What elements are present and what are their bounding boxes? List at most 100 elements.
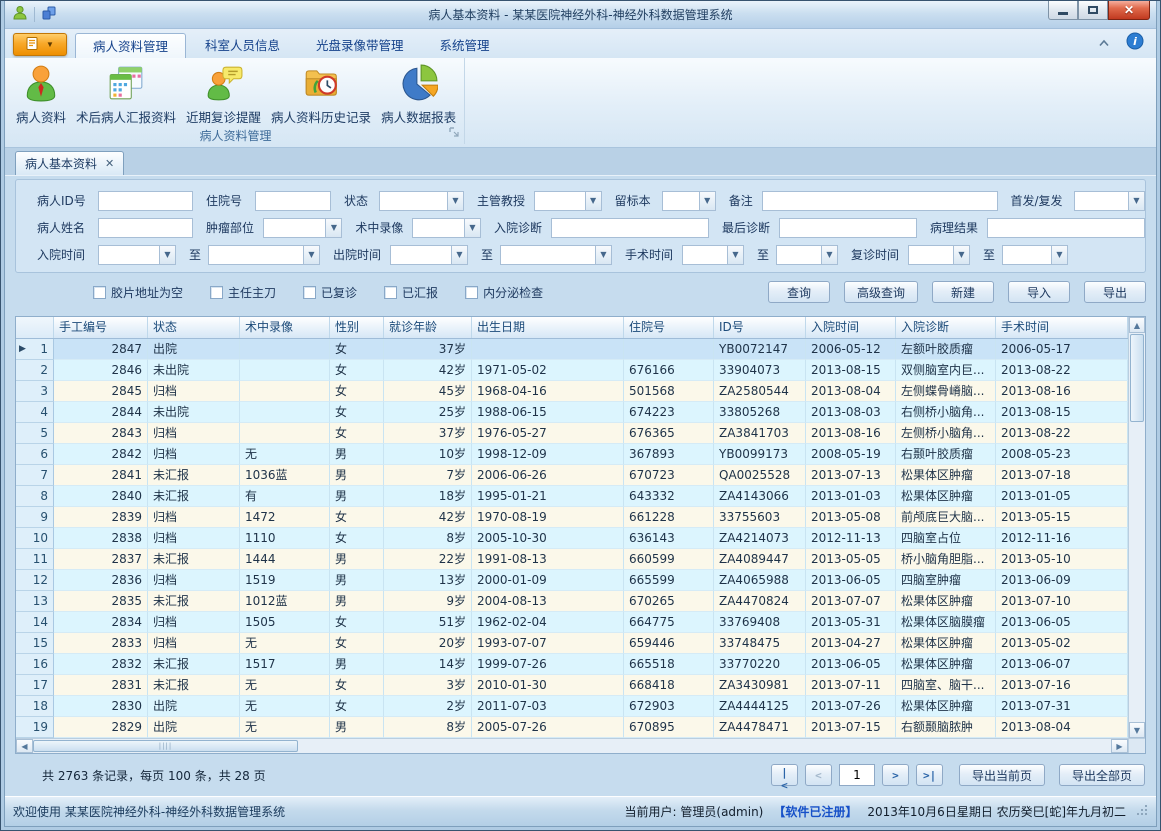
table-row[interactable]: 172831未汇报无女3岁2010-01-30668418ZA343098120…: [16, 675, 1128, 696]
checkbox-icon[interactable]: [93, 286, 106, 299]
scroll-left-icon[interactable]: ◀: [16, 739, 33, 753]
grid-column-header[interactable]: 住院号: [624, 317, 714, 338]
new-button[interactable]: 新建: [932, 281, 994, 303]
grid-column-header[interactable]: 入院时间: [806, 317, 896, 338]
filter-combo-至[interactable]: ▼: [208, 245, 320, 265]
table-row[interactable]: 82840未汇报有男18岁1995-01-21643332ZA414306620…: [16, 486, 1128, 507]
table-row[interactable]: 192829出院无男8岁2005-07-26670895ZA4478471201…: [16, 717, 1128, 738]
table-row[interactable]: 62842归档无男10岁1998-12-09367893YB0099173200…: [16, 444, 1128, 465]
revisit-reminder-button[interactable]: 近期复诊提醒: [181, 60, 266, 127]
filter-input-病理结果[interactable]: [987, 218, 1145, 238]
document-tab-patient-basic-data[interactable]: 病人基本资料 ✕: [15, 151, 124, 175]
close-button[interactable]: ✕: [1108, 1, 1150, 20]
data-report-button[interactable]: 病人数据报表: [376, 60, 461, 127]
vertical-scrollbar[interactable]: ▲ ▼: [1128, 317, 1145, 738]
advanced-query-button[interactable]: 高级查询: [844, 281, 918, 303]
close-tab-icon[interactable]: ✕: [105, 157, 114, 170]
grid-column-header[interactable]: 就诊年龄: [384, 317, 472, 338]
tab-system-management[interactable]: 系统管理: [423, 33, 507, 58]
grid-column-header[interactable]: 状态: [148, 317, 240, 338]
table-row[interactable]: 22846未出院女42岁1971-05-02676166339040732013…: [16, 360, 1128, 381]
table-row[interactable]: 92839归档1472女42岁1970-08-19661228337556032…: [16, 507, 1128, 528]
chevron-down-icon[interactable]: ▼: [325, 219, 341, 237]
grid-column-header[interactable]: 出生日期: [472, 317, 624, 338]
checkbox-icon[interactable]: [210, 286, 223, 299]
resize-grip[interactable]: [1136, 804, 1148, 819]
filter-combo-术中录像[interactable]: ▼: [412, 218, 481, 238]
checkbox-icon[interactable]: [303, 286, 316, 299]
filter-combo-手术时间[interactable]: ▼: [682, 245, 744, 265]
filter-combo-至[interactable]: ▼: [1002, 245, 1068, 265]
filter-input-病人ID号[interactable]: [98, 191, 193, 211]
maximize-button[interactable]: [1078, 1, 1108, 20]
chevron-down-icon[interactable]: ▼: [821, 246, 837, 264]
grid-column-header[interactable]: 术中录像: [240, 317, 330, 338]
table-row[interactable]: 102838归档1110女8岁2005-10-30636143ZA4214073…: [16, 528, 1128, 549]
scroll-up-icon[interactable]: ▲: [1129, 317, 1145, 333]
table-row[interactable]: 72841未汇报1036蓝男7岁2006-06-26670723QA002552…: [16, 465, 1128, 486]
postop-report-button[interactable]: 术后病人汇报资料: [71, 60, 181, 127]
scroll-right-icon[interactable]: ▶: [1111, 739, 1128, 753]
filter-combo-至[interactable]: ▼: [500, 245, 612, 265]
grid-column-header[interactable]: 手术时间: [996, 317, 1128, 338]
checkbox-revisited[interactable]: 已复诊: [303, 284, 357, 301]
page-number-input[interactable]: [839, 764, 875, 786]
vertical-scrollbar-thumb[interactable]: [1130, 334, 1144, 422]
checkbox-endocrine-exam[interactable]: 内分泌检查: [465, 284, 543, 301]
table-row[interactable]: 42844未出院女25岁1988-06-15674223338052682013…: [16, 402, 1128, 423]
horizontal-scrollbar-thumb[interactable]: ||||: [33, 740, 298, 752]
table-row[interactable]: 122836归档1519男13岁2000-01-09665599ZA406598…: [16, 570, 1128, 591]
scroll-down-icon[interactable]: ▼: [1129, 722, 1145, 738]
table-row[interactable]: 32845归档女45岁1968-04-16501568ZA25805442013…: [16, 381, 1128, 402]
chevron-down-icon[interactable]: ▼: [451, 246, 467, 264]
query-button[interactable]: 查询: [768, 281, 830, 303]
import-button[interactable]: 导入: [1008, 281, 1070, 303]
first-page-button[interactable]: |<: [771, 764, 798, 786]
table-row[interactable]: 132835未汇报1012蓝男9岁2004-08-13670265ZA44708…: [16, 591, 1128, 612]
chevron-down-icon[interactable]: ▼: [1128, 192, 1144, 210]
checkbox-reported[interactable]: 已汇报: [384, 284, 438, 301]
filter-combo-状态[interactable]: ▼: [379, 191, 464, 211]
filter-combo-主管教授[interactable]: ▼: [534, 191, 602, 211]
grid-column-header[interactable]: 入院诊断: [896, 317, 996, 338]
filter-input-住院号[interactable]: [255, 191, 331, 211]
chevron-down-icon[interactable]: ▼: [953, 246, 969, 264]
chevron-down-icon[interactable]: ▼: [464, 219, 480, 237]
filter-input-最后诊断[interactable]: [779, 218, 917, 238]
next-page-button[interactable]: >: [882, 764, 909, 786]
checkbox-icon[interactable]: [465, 286, 478, 299]
checkbox-chief-surgeon[interactable]: 主任主刀: [210, 284, 276, 301]
patient-data-button[interactable]: 病人资料: [11, 60, 71, 127]
cascade-windows-icon[interactable]: [41, 5, 57, 24]
table-row[interactable]: 142834归档1505女51岁1962-02-0466477533769408…: [16, 612, 1128, 633]
table-row[interactable]: ▶12847出院女37岁YB00721472006-05-12左额叶胶质瘤200…: [16, 339, 1128, 360]
table-row[interactable]: 112837未汇报1444男22岁1991-08-13660599ZA40894…: [16, 549, 1128, 570]
table-row[interactable]: 152833归档无女20岁1993-07-0765944633748475201…: [16, 633, 1128, 654]
filter-combo-至[interactable]: ▼: [776, 245, 838, 265]
filter-combo-首发/复发[interactable]: ▼: [1074, 191, 1145, 211]
tab-disc-video-management[interactable]: 光盘录像带管理: [299, 33, 421, 58]
tab-department-staff-info[interactable]: 科室人员信息: [188, 33, 297, 58]
tab-patient-data-management[interactable]: 病人资料管理: [75, 33, 186, 58]
chevron-down-icon[interactable]: ▼: [699, 192, 715, 210]
filter-combo-复诊时间[interactable]: ▼: [908, 245, 970, 265]
chevron-down-icon[interactable]: ▼: [727, 246, 743, 264]
grid-column-header[interactable]: 手工编号: [54, 317, 148, 338]
filter-combo-留标本[interactable]: ▼: [662, 191, 716, 211]
chevron-down-icon[interactable]: ▼: [595, 246, 611, 264]
table-row[interactable]: 162832未汇报1517男14岁1999-07-266655183377022…: [16, 654, 1128, 675]
info-icon[interactable]: i: [1126, 32, 1144, 53]
chevron-down-icon[interactable]: ▼: [159, 246, 175, 264]
history-record-button[interactable]: 病人资料历史记录: [266, 60, 376, 127]
table-row[interactable]: 182830出院无女2岁2011-07-03672903ZA4444125201…: [16, 696, 1128, 717]
export-current-page-button[interactable]: 导出当前页: [959, 764, 1045, 786]
export-all-pages-button[interactable]: 导出全部页: [1059, 764, 1145, 786]
chevron-down-icon[interactable]: ▼: [303, 246, 319, 264]
export-button[interactable]: 导出: [1084, 281, 1146, 303]
checkbox-film-address-empty[interactable]: 胶片地址为空: [93, 284, 183, 301]
chevron-down-icon[interactable]: ▼: [1051, 246, 1067, 264]
grid-column-header[interactable]: ID号: [714, 317, 806, 338]
filter-input-病人姓名[interactable]: [98, 218, 193, 238]
chevron-down-icon[interactable]: ▼: [447, 192, 463, 210]
minimize-button[interactable]: [1048, 1, 1078, 20]
